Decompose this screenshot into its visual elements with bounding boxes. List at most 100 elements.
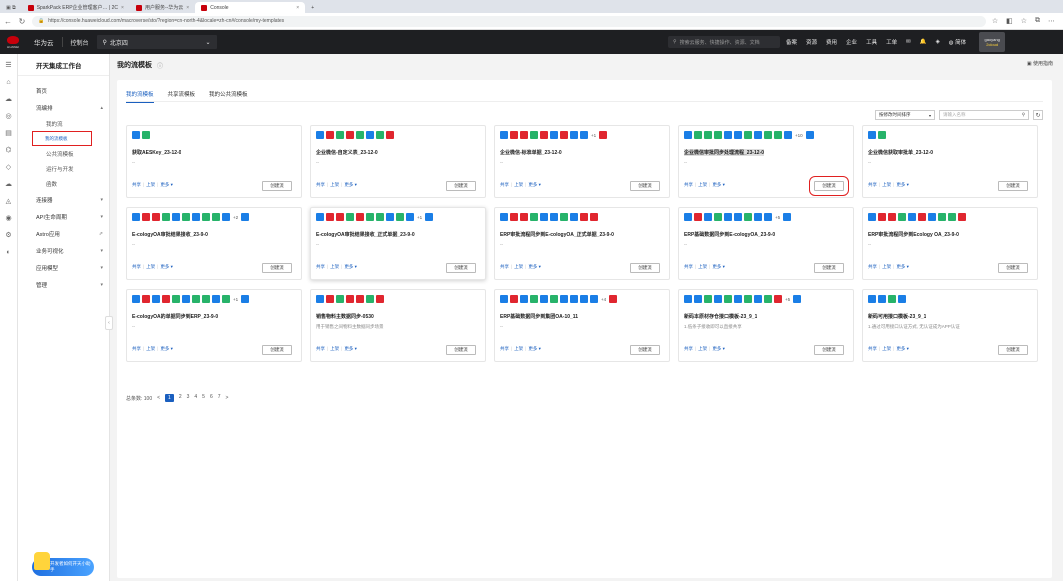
close-icon[interactable]: × xyxy=(186,5,189,11)
publish-link[interactable]: 上架 xyxy=(146,346,155,352)
create-flow-button[interactable]: 创建流 xyxy=(998,345,1028,355)
publish-link[interactable]: 上架 xyxy=(882,182,891,188)
publish-link[interactable]: 上架 xyxy=(514,264,523,270)
create-flow-button[interactable]: 创建流 xyxy=(446,263,476,273)
create-flow-button[interactable]: 创建流 xyxy=(814,345,844,355)
close-icon[interactable]: × xyxy=(296,5,299,11)
more-dropdown[interactable]: 更多 ▾ xyxy=(896,346,909,352)
nav-resources[interactable]: 资源 xyxy=(806,38,817,46)
share-link[interactable]: 共享 xyxy=(684,182,693,188)
publish-link[interactable]: 上架 xyxy=(698,182,707,188)
page-number[interactable]: 5 xyxy=(202,394,205,402)
more-dropdown[interactable]: 更多 ▾ xyxy=(344,264,357,270)
create-flow-button[interactable]: 创建流 xyxy=(998,263,1028,273)
security-icon[interactable]: ◇ xyxy=(4,162,14,172)
create-flow-button[interactable]: 创建流 xyxy=(998,181,1028,191)
publish-link[interactable]: 上架 xyxy=(698,346,707,352)
back-icon[interactable]: ← xyxy=(4,17,12,26)
browser-tab-2[interactable]: 用户服务--华为云 × xyxy=(130,2,195,13)
publish-link[interactable]: 上架 xyxy=(514,182,523,188)
more-dropdown[interactable]: 更多 ▾ xyxy=(160,264,173,270)
share-link[interactable]: 共享 xyxy=(132,264,141,270)
message-icon[interactable]: ✉ xyxy=(906,39,911,45)
browser-tab-1[interactable]: SparkPack ERP企业管理客户… | 2C × xyxy=(22,2,130,13)
template-card[interactable]: +4 ERP基础数据同步到集团OA-10_11 -- 共享 | 上架 | 更多 ▾ 创建流 xyxy=(494,289,670,362)
more-dropdown[interactable]: 更多 ▾ xyxy=(160,346,173,352)
browser-tab-3[interactable]: Console × xyxy=(195,2,306,13)
create-flow-button[interactable]: 创建流 xyxy=(446,181,476,191)
template-card[interactable]: ERP审批流程同步到E-cologyOA_正式单据_23-9-0 -- 共享 | 上架 |… xyxy=(494,207,670,280)
help-icon[interactable]: ⓘ xyxy=(157,61,163,70)
url-field[interactable]: 🔒 https://console.huaweicloud.com/macrove… xyxy=(32,15,986,27)
template-card[interactable]: +1 E-cologyOA审批结果接收_正式单据_23-9-0 -- 共享 | 上架 | 更多… xyxy=(310,207,486,280)
more-dropdown[interactable]: 更多 ▾ xyxy=(528,264,541,270)
sidebar-item-11[interactable]: 应用模型 ▾ xyxy=(18,259,109,276)
user-menu[interactable]: gaoyang 2cloud xyxy=(979,32,1006,52)
create-flow-button[interactable]: 创建流 xyxy=(262,345,292,355)
page-number[interactable]: 3 xyxy=(187,394,190,402)
tools-icon[interactable]: ⚙ xyxy=(4,230,14,240)
create-flow-button[interactable]: 创建流 xyxy=(809,176,849,196)
share-link[interactable]: 共享 xyxy=(500,264,509,270)
publish-link[interactable]: 上架 xyxy=(882,346,891,352)
nav-tools[interactable]: 工具 xyxy=(866,38,877,46)
page-number[interactable]: 1 xyxy=(165,394,174,402)
nav-filing[interactable]: 备案 xyxy=(786,38,797,46)
app-icon[interactable]: ◬ xyxy=(4,196,14,206)
storage-icon[interactable]: ▤ xyxy=(4,128,14,138)
share-link[interactable]: 共享 xyxy=(868,346,877,352)
publish-link[interactable]: 上架 xyxy=(698,264,707,270)
share-link[interactable]: 共享 xyxy=(316,264,325,270)
template-card[interactable]: +5 新码本原材存仓接口模板-23_9_1 1.低条子接收即可以直接共享 共享 | 上架 |… xyxy=(678,289,854,362)
assistant-promo[interactable]: 开发者如何开天小助手 xyxy=(32,552,94,576)
sidebar-item-8[interactable]: API生命周期 ▾ xyxy=(18,208,109,225)
share-link[interactable]: 共享 xyxy=(500,346,509,352)
bell-icon[interactable]: 🔔 xyxy=(920,39,927,45)
more-dropdown[interactable]: 更多 ▾ xyxy=(528,182,541,188)
nav-tickets[interactable]: 工单 xyxy=(886,38,897,46)
new-tab-button[interactable]: + xyxy=(305,2,320,13)
next-page-button[interactable]: > xyxy=(226,395,229,401)
share-link[interactable]: 共享 xyxy=(500,182,509,188)
database-icon[interactable]: ◎ xyxy=(4,111,14,121)
template-card[interactable]: 企业微信获取审批单_23-12-0 -- 共享 | 上架 | 更多 ▾ 创建流 xyxy=(862,125,1038,198)
more-dropdown[interactable]: 更多 ▾ xyxy=(712,264,725,270)
publish-link[interactable]: 上架 xyxy=(330,346,339,352)
publish-link[interactable]: 上架 xyxy=(146,264,155,270)
hamburger-icon[interactable]: ☰ xyxy=(4,60,14,70)
page-number[interactable]: 4 xyxy=(194,394,197,402)
cloud2-icon[interactable]: ☁ xyxy=(4,179,14,189)
sidebar-item-12[interactable]: 管理 ▾ xyxy=(18,276,109,293)
sidebar-item-3[interactable]: 我的流模板 xyxy=(32,131,92,146)
more-dropdown[interactable]: 更多 ▾ xyxy=(712,182,725,188)
monitor-icon[interactable]: ◉ xyxy=(4,213,14,223)
template-card[interactable]: 获取AESKey_23-12-0 -- 共享 | 上架 | 更多 ▾ 创建流 xyxy=(126,125,302,198)
huawei-logo[interactable]: HUAWEI xyxy=(0,30,26,54)
publish-link[interactable]: 上架 xyxy=(146,182,155,188)
publish-link[interactable]: 上架 xyxy=(330,182,339,188)
template-card[interactable]: 销售物料主数据同步-0530 用于销售之间物料主数据同步场景 共享 | 上架 | 更多 ▾ 创… xyxy=(310,289,486,362)
sidebar-item-5[interactable]: 运行与开发 xyxy=(18,161,109,176)
guide-link[interactable]: ▣ 使用指南 xyxy=(1027,60,1053,67)
page-number[interactable]: 7 xyxy=(218,394,221,402)
page-number[interactable]: 6 xyxy=(210,394,213,402)
more-dropdown[interactable]: 更多 ▾ xyxy=(712,346,725,352)
create-flow-button[interactable]: 创建流 xyxy=(814,263,844,273)
search-icon[interactable]: ⚲ xyxy=(1022,112,1025,118)
ai-icon[interactable]: ◐ xyxy=(4,247,14,257)
more-dropdown[interactable]: 更多 ▾ xyxy=(344,346,357,352)
template-card[interactable]: +1 E-cologyOA的单据同步到ERP_23-9-0 -- 共享 | 上架 | 更多 ▾… xyxy=(126,289,302,362)
publish-link[interactable]: 上架 xyxy=(330,264,339,270)
template-card[interactable]: +10 企业微信审批同步处理流程_23-12-0 -- 共享 | 上架 | 更多 ▾ 创建流 xyxy=(678,125,854,198)
publish-link[interactable]: 上架 xyxy=(882,264,891,270)
network-icon[interactable]: ⌬ xyxy=(4,145,14,155)
favorites-icon[interactable]: ☆ xyxy=(1021,17,1027,25)
lang-switch[interactable]: ◍ 简体 xyxy=(949,38,966,46)
page-number[interactable]: 2 xyxy=(179,394,182,402)
region-select[interactable]: ⚲ 北京四 ⌄ xyxy=(96,35,217,49)
more-dropdown[interactable]: 更多 ▾ xyxy=(896,182,909,188)
create-flow-button[interactable]: 创建流 xyxy=(262,263,292,273)
create-flow-button[interactable]: 创建流 xyxy=(262,181,292,191)
extensions-icon[interactable]: ◧ xyxy=(1006,17,1013,25)
more-dropdown[interactable]: 更多 ▾ xyxy=(528,346,541,352)
